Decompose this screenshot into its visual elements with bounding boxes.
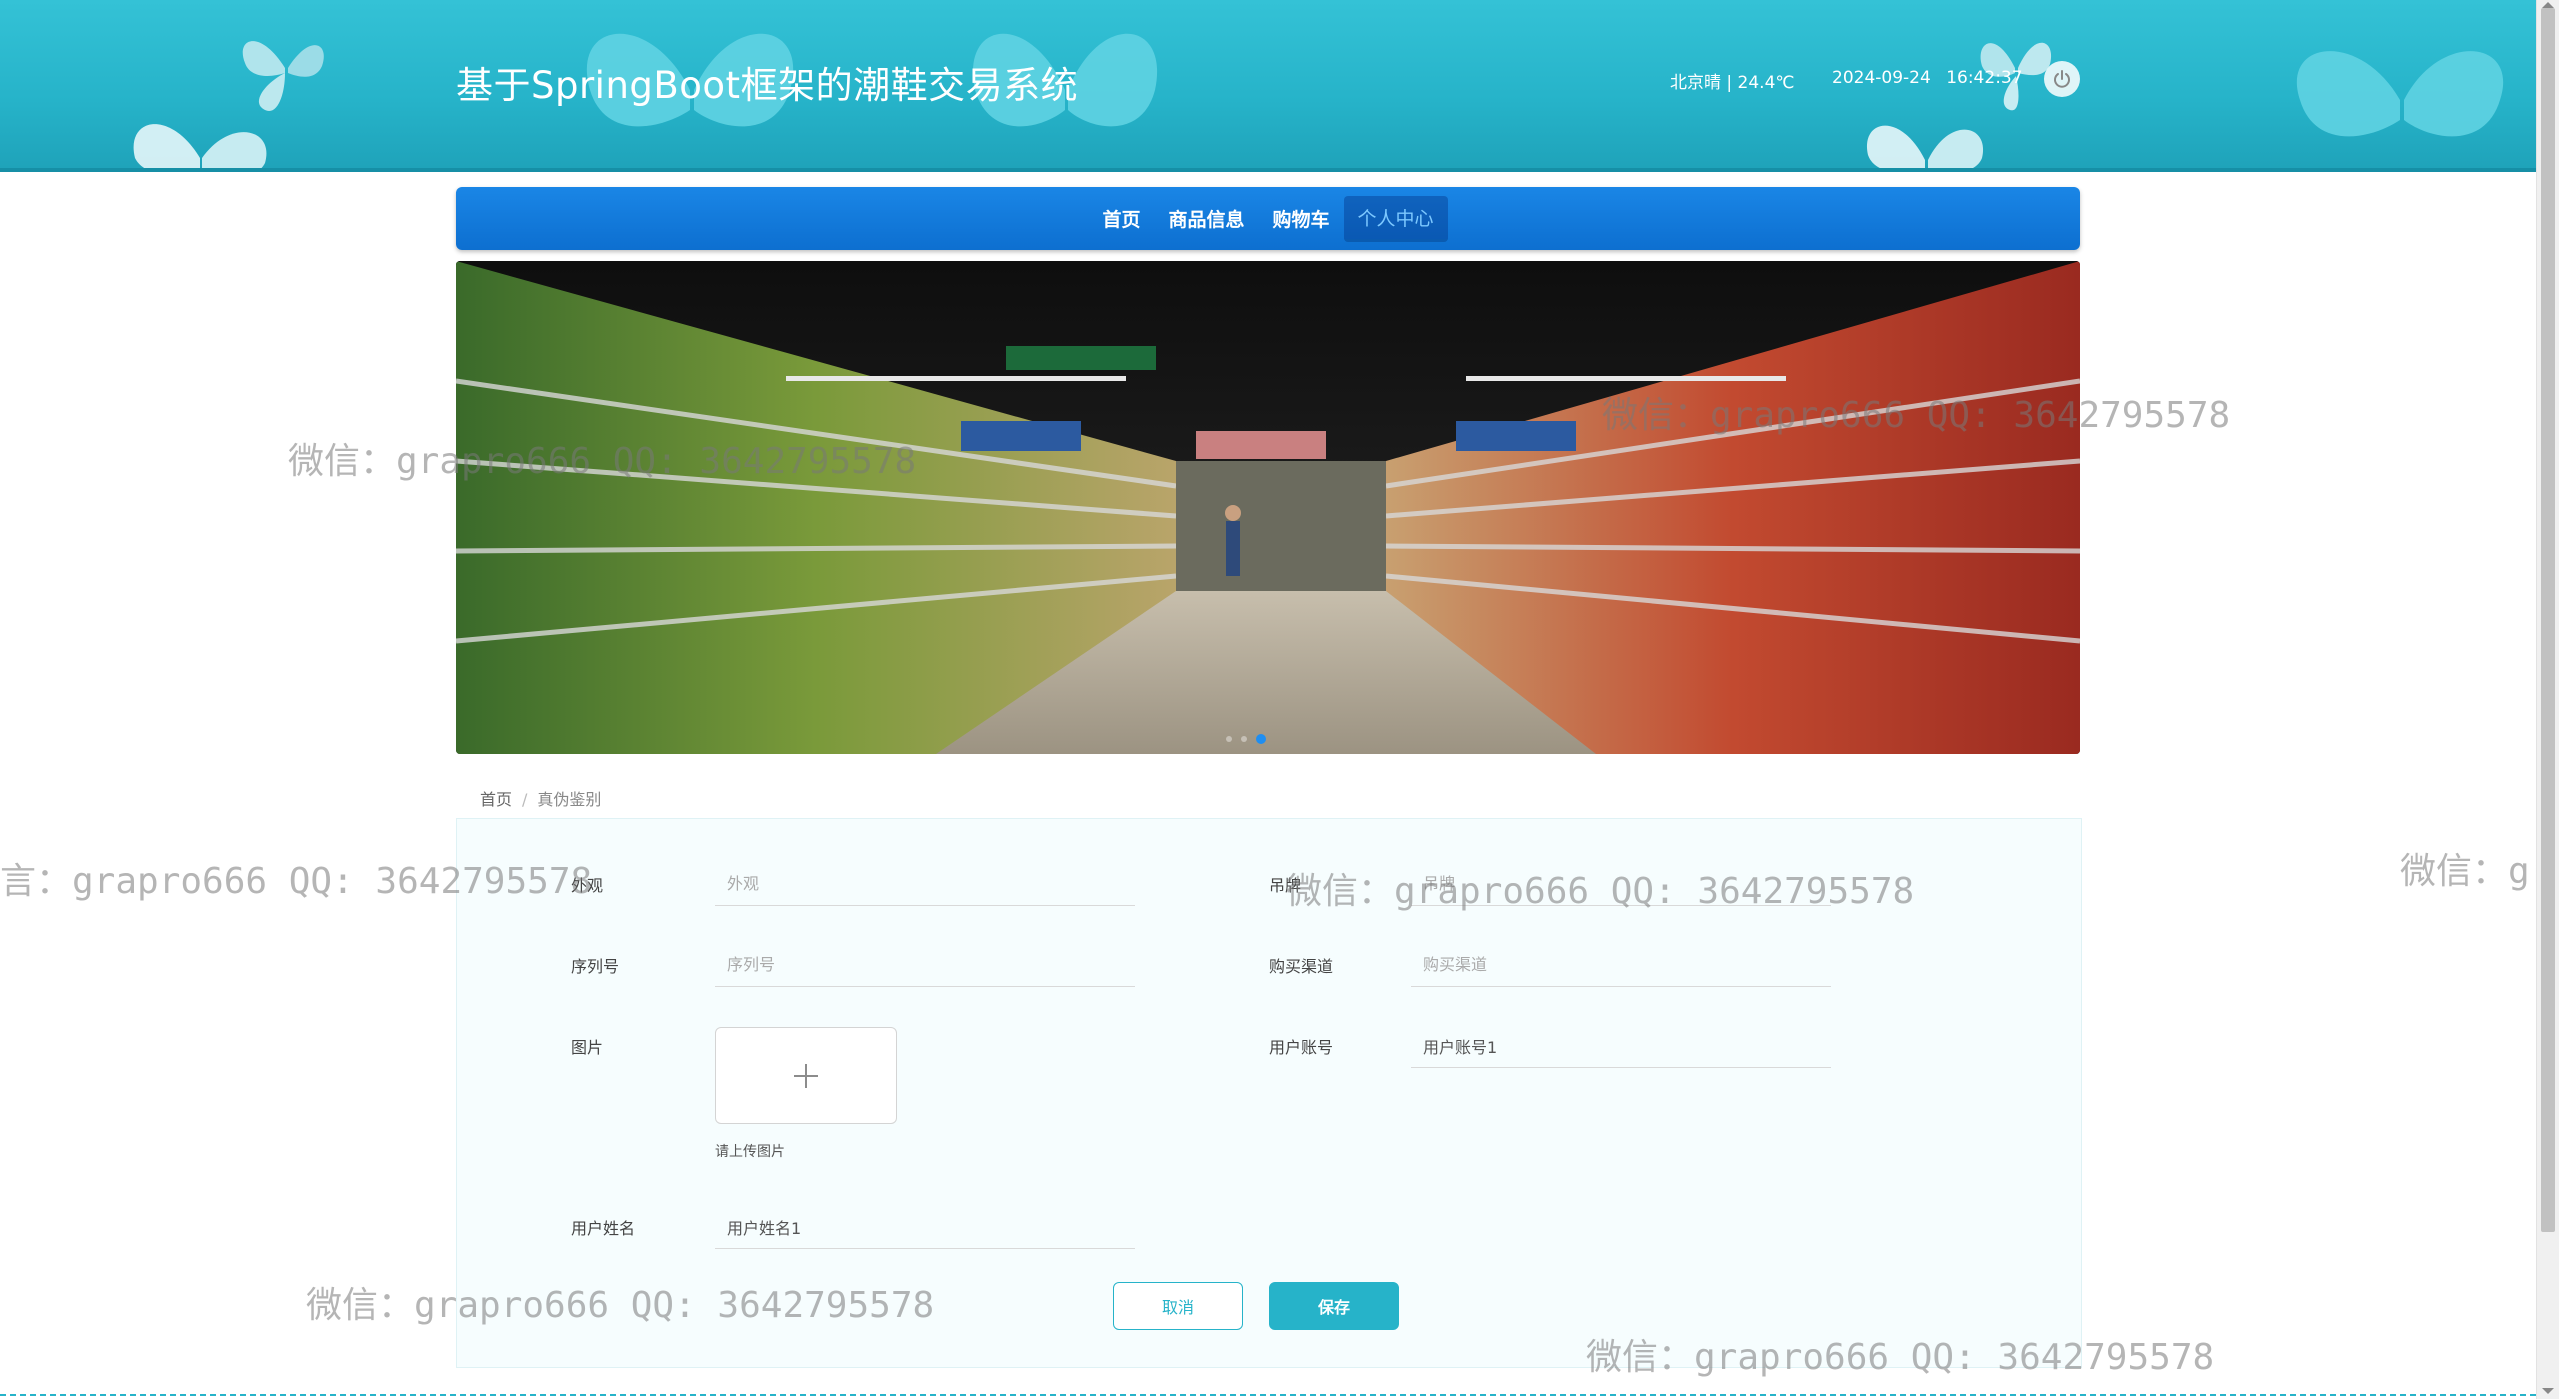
vertical-scrollbar[interactable] xyxy=(2536,0,2559,1399)
account-label: 用户账号 xyxy=(1269,1038,1334,1057)
breadcrumb-current: 真伪鉴别 xyxy=(537,790,602,809)
nav-item-products[interactable]: 商品信息 xyxy=(1154,197,1258,240)
tag-input[interactable] xyxy=(1411,862,1831,906)
header: 基于SpringBoot框架的潮鞋交易系统 北京晴 | 24.4℃ 2024-0… xyxy=(0,0,2536,172)
serial-input[interactable] xyxy=(715,943,1135,987)
appearance-label: 外观 xyxy=(571,876,604,895)
breadcrumb-separator: / xyxy=(522,790,528,809)
main-nav: 首页 商品信息 购物车 个人中心 xyxy=(456,187,2080,250)
nav-item-home[interactable]: 首页 xyxy=(1088,197,1154,240)
nav-item-profile[interactable]: 个人中心 xyxy=(1343,195,1448,242)
upload-hint: 请上传图片 xyxy=(715,1144,785,1160)
plus-icon xyxy=(794,1063,818,1088)
carousel-dot[interactable] xyxy=(1226,736,1232,742)
authentication-form: 外观 吊牌 序列号 购买渠道 图片 请上传图片 用户账号 用户姓名 取消 保存 xyxy=(456,818,2082,1368)
weather-info: 北京晴 | 24.4℃ xyxy=(1670,73,1795,93)
butterfly-decoration-icon xyxy=(133,124,267,168)
serial-label: 序列号 xyxy=(571,957,620,976)
image-upload[interactable] xyxy=(715,1027,897,1124)
channel-input[interactable] xyxy=(1411,943,1831,987)
username-label: 用户姓名 xyxy=(571,1219,636,1238)
datetime: 2024-09-24 16:42:37 xyxy=(1832,68,2023,88)
cancel-button[interactable]: 取消 xyxy=(1113,1282,1243,1330)
carousel-indicators xyxy=(1226,734,1266,744)
breadcrumb: 首页 / 真伪鉴别 xyxy=(480,786,601,810)
power-icon xyxy=(2054,70,2070,88)
breadcrumb-home[interactable]: 首页 xyxy=(480,790,512,809)
page: 基于SpringBoot框架的潮鞋交易系统 北京晴 | 24.4℃ 2024-0… xyxy=(0,0,2536,1399)
channel-label: 购买渠道 xyxy=(1269,957,1334,976)
save-button[interactable]: 保存 xyxy=(1269,1282,1399,1330)
app-title: 基于SpringBoot框架的潮鞋交易系统 xyxy=(456,64,1079,107)
carousel-dot-active[interactable] xyxy=(1256,734,1266,744)
account-input[interactable] xyxy=(1411,1024,1831,1068)
carousel-dot[interactable] xyxy=(1241,736,1247,742)
logout-button[interactable] xyxy=(2044,61,2080,97)
banner-image xyxy=(456,261,2080,754)
watermark: 微信：gr xyxy=(2400,851,2536,892)
appearance-input[interactable] xyxy=(715,862,1135,906)
banner-carousel[interactable] xyxy=(456,261,2080,754)
butterfly-decoration-icon xyxy=(2296,51,2504,137)
scroll-down-icon[interactable] xyxy=(2542,1388,2554,1394)
image-label: 图片 xyxy=(571,1038,604,1057)
scroll-thumb[interactable] xyxy=(2541,8,2555,1232)
tag-label: 吊牌 xyxy=(1269,876,1302,895)
username-input[interactable] xyxy=(715,1205,1135,1249)
nav-item-cart[interactable]: 购物车 xyxy=(1259,197,1344,240)
bottom-border xyxy=(0,1394,2536,1396)
